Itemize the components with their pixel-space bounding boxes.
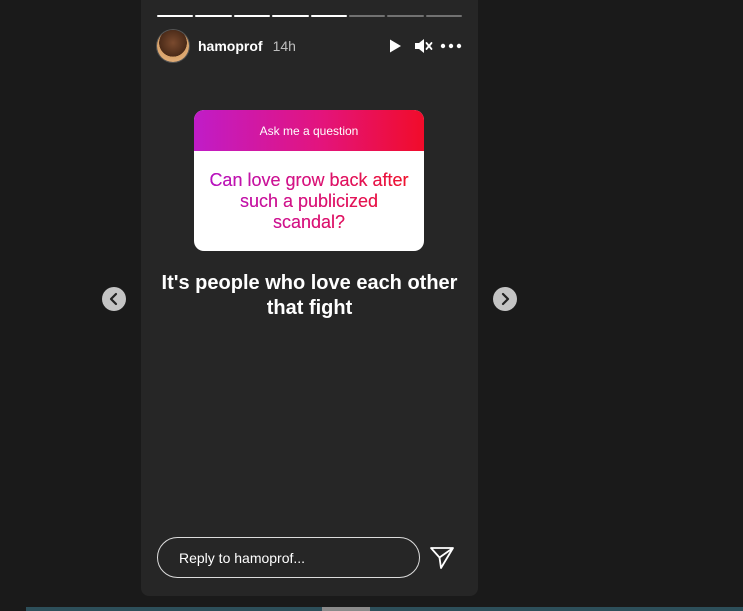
progress-segment bbox=[195, 15, 232, 17]
play-icon bbox=[390, 39, 401, 53]
scroll-thumb[interactable] bbox=[322, 607, 370, 611]
progress-segment bbox=[387, 15, 424, 17]
send-icon bbox=[430, 547, 454, 569]
next-story-button[interactable] bbox=[493, 287, 517, 311]
progress-segment bbox=[310, 15, 347, 17]
question-text: Can love grow back after such a publiciz… bbox=[206, 170, 412, 233]
send-button[interactable] bbox=[429, 545, 455, 571]
story-progress-bar bbox=[157, 15, 462, 18]
post-time: 14h bbox=[272, 38, 296, 54]
play-button[interactable] bbox=[384, 35, 406, 57]
story-viewer: hamoprof 14h Ask me a question Can love … bbox=[0, 0, 743, 611]
more-options-button[interactable] bbox=[440, 35, 462, 57]
progress-segment bbox=[157, 15, 194, 17]
question-sticker[interactable]: Ask me a question Can love grow back aft… bbox=[194, 110, 424, 251]
story-panel[interactable]: hamoprof 14h Ask me a question Can love … bbox=[141, 0, 478, 596]
chevron-right-icon bbox=[501, 292, 510, 306]
mute-icon bbox=[415, 39, 433, 53]
avatar[interactable] bbox=[157, 30, 189, 62]
reply-input[interactable]: Reply to hamoprof... bbox=[157, 537, 420, 578]
username[interactable]: hamoprof bbox=[198, 38, 263, 54]
progress-segment bbox=[272, 15, 309, 17]
story-controls bbox=[384, 35, 462, 57]
strip-left-edge bbox=[0, 607, 26, 611]
story-header: hamoprof 14h bbox=[157, 30, 462, 62]
progress-segment bbox=[233, 15, 271, 17]
window-bottom-strip bbox=[0, 607, 743, 611]
progress-segment bbox=[425, 15, 462, 17]
story-caption: It's people who love each other that fig… bbox=[161, 272, 458, 319]
question-sticker-body: Can love grow back after such a publiciz… bbox=[194, 151, 424, 251]
chevron-left-icon bbox=[109, 292, 118, 306]
mute-button[interactable] bbox=[412, 35, 434, 57]
question-sticker-title: Ask me a question bbox=[194, 110, 424, 151]
previous-story-button[interactable] bbox=[102, 287, 126, 311]
progress-segment bbox=[348, 15, 386, 17]
more-icon bbox=[440, 43, 462, 49]
